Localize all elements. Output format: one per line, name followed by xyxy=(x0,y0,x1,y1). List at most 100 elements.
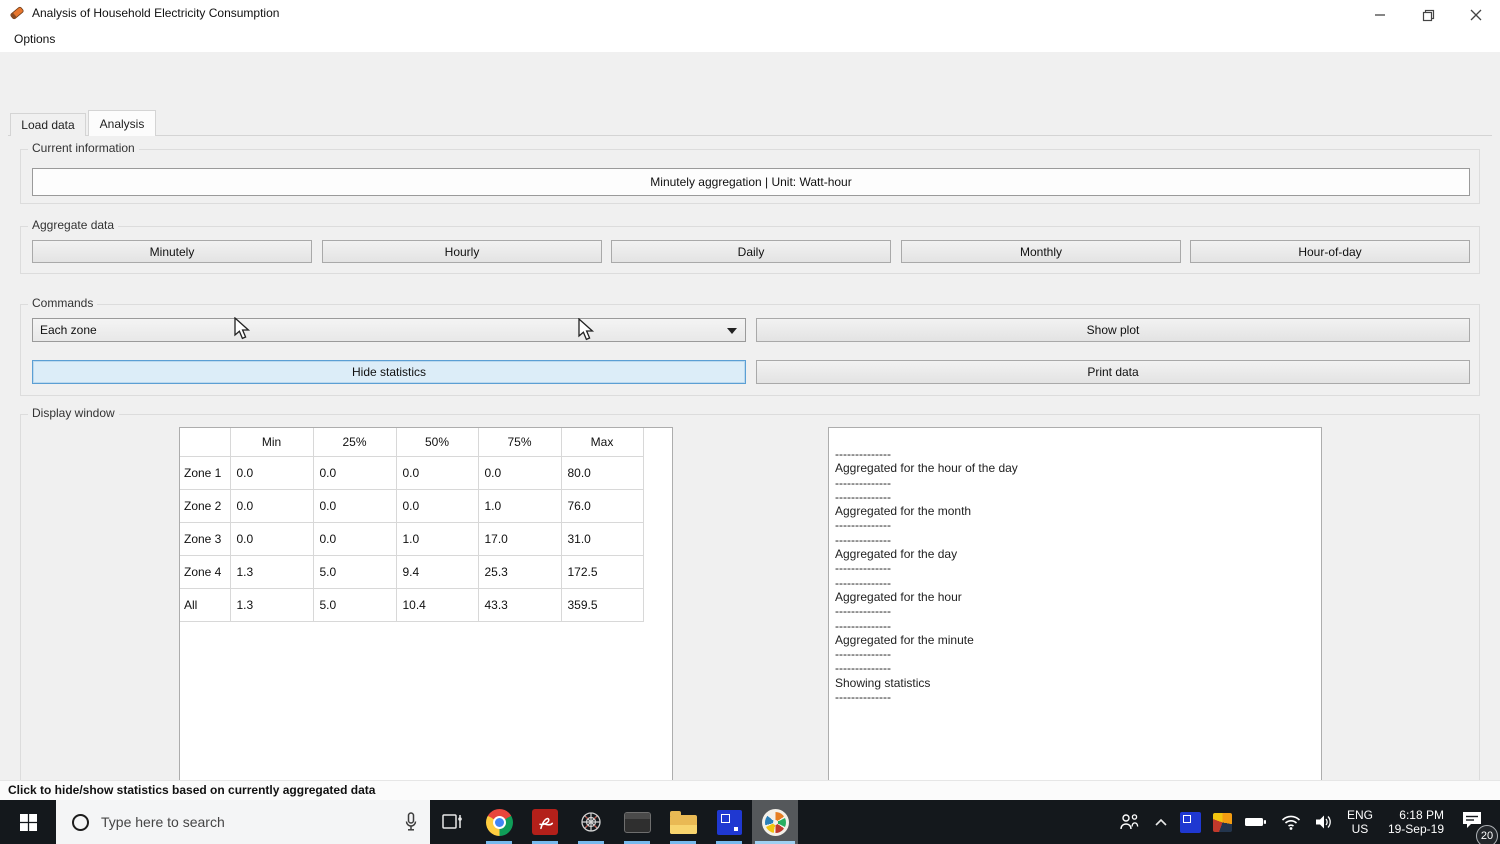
print-data-button[interactable]: Print data xyxy=(756,360,1470,384)
table-cell: 9.4 xyxy=(395,554,479,589)
show-plot-button[interactable]: Show plot xyxy=(756,318,1470,342)
taskbar-terminal[interactable] xyxy=(614,800,660,844)
monthly-button[interactable]: Monthly xyxy=(901,240,1181,263)
start-button[interactable] xyxy=(0,800,56,844)
table-cell: 0.0 xyxy=(312,488,397,523)
taskbar-file-explorer[interactable] xyxy=(660,800,706,844)
speaker-icon xyxy=(1315,815,1331,829)
table-row[interactable]: Zone 4 1.3 5.0 9.4 25.3 172.5 xyxy=(180,554,644,589)
daily-button[interactable]: Daily xyxy=(611,240,891,263)
table-cell: 17.0 xyxy=(477,521,562,556)
group-current-information: Current information Minutely aggregation… xyxy=(20,141,1480,204)
task-view-button[interactable] xyxy=(430,800,476,844)
row-label: Zone 1 xyxy=(180,455,231,490)
time-text: 6:18 PM xyxy=(1399,808,1444,822)
zone-select-value: Each zone xyxy=(40,323,97,337)
people-button[interactable] xyxy=(1112,800,1148,844)
table-row[interactable]: All 1.3 5.0 10.4 43.3 359.5 xyxy=(180,587,644,622)
clock[interactable]: 6:18 PM 19-Sep-19 xyxy=(1380,808,1452,836)
tab-analysis[interactable]: Analysis xyxy=(88,110,156,136)
search-input[interactable] xyxy=(101,814,371,830)
log-line: Aggregated for the day xyxy=(835,547,958,562)
tab-divider xyxy=(8,135,1492,136)
log-line: -------------- xyxy=(835,447,891,461)
current-information-field: Minutely aggregation | Unit: Watt-hour xyxy=(32,168,1470,196)
log-line: Aggregated for the month xyxy=(835,504,972,519)
title-bar: Analysis of Household Electricity Consum… xyxy=(0,0,1500,26)
log-line: -------------- xyxy=(835,561,891,576)
minutely-button[interactable]: Minutely xyxy=(32,240,312,263)
menu-options[interactable]: Options xyxy=(8,26,61,52)
log-line: -------------- xyxy=(835,532,891,547)
menu-bar: Options xyxy=(0,26,1500,52)
chevron-down-icon xyxy=(727,328,737,334)
hourly-button[interactable]: Hourly xyxy=(322,240,602,263)
wifi-button[interactable] xyxy=(1274,800,1308,844)
log-line: -------------- xyxy=(835,690,891,705)
task-view-icon xyxy=(442,814,462,829)
log-line: -------------- xyxy=(835,661,891,676)
group-label: Commands xyxy=(28,296,98,310)
volume-button[interactable] xyxy=(1308,800,1340,844)
taskbar-analysis-app[interactable] xyxy=(752,800,798,844)
table-cell: 1.3 xyxy=(229,554,314,589)
zone-select[interactable]: Each zone xyxy=(32,318,746,342)
region-code: US xyxy=(1351,822,1369,836)
windows-logo-icon xyxy=(19,813,37,831)
taskbar-acrobat[interactable] xyxy=(522,800,568,844)
main-pane: Load data Analysis Current information M… xyxy=(0,52,1500,831)
log-line: Aggregated for the minute xyxy=(835,632,974,647)
terminal-icon xyxy=(623,811,651,833)
hidden-icons-button[interactable] xyxy=(1148,800,1174,844)
table-cell: 43.3 xyxy=(477,587,562,622)
log-line: -------------- xyxy=(835,518,891,533)
table-cell: 80.0 xyxy=(560,455,644,490)
taskbar-search[interactable] xyxy=(56,800,430,844)
taskbar-web-app[interactable] xyxy=(568,800,614,844)
table-cell: 5.0 xyxy=(312,554,397,589)
chevron-up-icon xyxy=(1155,818,1167,826)
window-title: Analysis of Household Electricity Consum… xyxy=(32,6,280,20)
remote-app-icon xyxy=(716,809,742,835)
hour-of-day-button[interactable]: Hour-of-day xyxy=(1190,240,1470,263)
date-text: 19-Sep-19 xyxy=(1387,822,1444,836)
statistics-table: Min 25% 50% 75% Max Zone 1 0.0 0.0 0.0 0.0 80.0 Zo… xyxy=(180,428,644,622)
battery-icon xyxy=(1244,818,1266,826)
table-cell: 0.0 xyxy=(312,455,397,490)
table-row[interactable]: Zone 3 0.0 0.0 1.0 17.0 31.0 xyxy=(180,521,644,556)
taskbar-blue-remote-app[interactable] xyxy=(706,800,752,844)
log-line: -------------- xyxy=(835,575,891,590)
status-text: Click to hide/show statistics based on c… xyxy=(8,783,376,797)
table-row[interactable]: Zone 2 0.0 0.0 0.0 1.0 76.0 xyxy=(180,488,644,523)
table-cell: 76.0 xyxy=(560,488,644,523)
column-header xyxy=(180,428,231,457)
taskbar-chrome[interactable] xyxy=(476,800,522,844)
row-label: Zone 4 xyxy=(180,554,231,589)
notification-center-button[interactable]: 20 xyxy=(1452,809,1500,844)
minimize-icon xyxy=(1375,14,1385,16)
row-label: Zone 3 xyxy=(180,521,231,556)
log-line: Showing statistics xyxy=(835,675,931,690)
table-cell: 0.0 xyxy=(395,488,479,523)
table-cell: 0.0 xyxy=(229,455,314,490)
graphics-app-icon xyxy=(1212,812,1232,832)
column-header: Max xyxy=(560,428,644,457)
battery-button[interactable] xyxy=(1238,800,1274,844)
table-cell: 1.0 xyxy=(477,488,562,523)
microphone-icon[interactable] xyxy=(402,811,420,833)
tray-color-app[interactable] xyxy=(1207,800,1238,844)
tab-load-data[interactable]: Load data xyxy=(10,113,86,136)
table-cell: 0.0 xyxy=(229,488,314,523)
acrobat-icon xyxy=(532,809,558,835)
log-text[interactable]: -------------- Aggregated for the hour of… xyxy=(828,427,1322,799)
group-display-window: Display window Min 25% 50% 75% Max Zone 1 0.0… xyxy=(20,406,1480,831)
table-row[interactable]: Zone 1 0.0 0.0 0.0 0.0 80.0 xyxy=(180,455,644,490)
screen: Analysis of Household Electricity Consum… xyxy=(0,0,1500,844)
table-cell: 10.4 xyxy=(395,587,479,622)
analysis-app-icon xyxy=(761,808,789,836)
statistics-table-container: Min 25% 50% 75% Max Zone 1 0.0 0.0 0.0 0.0 80.0 Zo… xyxy=(179,427,673,799)
language-indicator[interactable]: ENG US xyxy=(1340,808,1380,836)
tray-blue-app[interactable] xyxy=(1174,800,1207,844)
restore-icon xyxy=(1422,9,1434,21)
hide-statistics-button[interactable]: Hide statistics xyxy=(32,360,746,384)
